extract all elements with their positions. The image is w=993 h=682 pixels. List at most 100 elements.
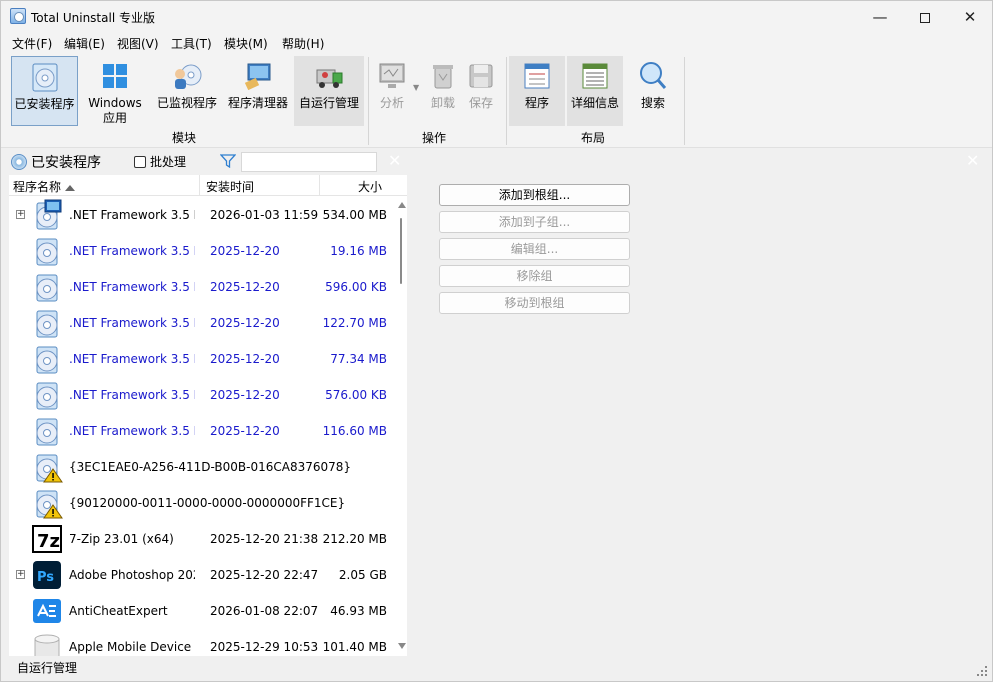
expand-icon[interactable]: + [16, 570, 25, 579]
dropdown-arrow-icon[interactable]: ▼ [413, 83, 419, 92]
move-to-root-group-button[interactable]: 移动到根组 [439, 292, 630, 314]
status-text: 自运行管理 [17, 661, 78, 675]
ribbon-separator [506, 57, 507, 145]
minimize-button[interactable]: — [857, 1, 903, 33]
scroll-down-icon[interactable] [398, 643, 406, 649]
table-row[interactable]: AntiCheatExpert 2026-01-08 22:07 46.93 MB [9, 593, 397, 629]
install-date: 2025-12-20 [210, 316, 280, 330]
install-date: 2026-01-08 22:07 [210, 604, 319, 618]
program-name: .NET Framework 3.5 P... [69, 352, 195, 366]
save-button[interactable]: 保存 [461, 56, 501, 126]
table-row[interactable]: + .NET Framework 3.5 P... 2026-01-03 11:59… [9, 197, 397, 233]
details-layout-icon [582, 63, 608, 89]
save-icon [469, 64, 493, 88]
program-name: .NET Framework 3.5 P... [69, 424, 195, 438]
program-name: {90120000-0011-0000-0000-0000000FF1CE} [69, 496, 346, 510]
install-date: 2026-01-03 11:59 [210, 208, 319, 222]
monitored-programs-button[interactable]: 已监视程序 [152, 56, 222, 126]
autorun-manager-icon [316, 69, 343, 88]
resize-grip-icon[interactable] [976, 665, 988, 677]
add-to-root-group-button[interactable]: 添加到根组... [439, 184, 630, 206]
table-row[interactable]: .NET Framework 3.5 P... 2025-12-20 116.60 … [9, 413, 397, 449]
close-icon[interactable]: ✕ [388, 151, 401, 170]
program-size: 19.16 MB [330, 244, 387, 258]
program-size: 2.05 GB [338, 568, 387, 582]
table-row[interactable]: {3EC1EAE0-A256-411D-B00B-016CA8376078} [9, 449, 397, 485]
menu-modules[interactable]: 模块(M) [224, 35, 268, 52]
program-cleaner-button[interactable]: 程序清理器 [223, 56, 293, 126]
list-header: 程序名称 安装时间 大小 [9, 175, 407, 196]
vertical-scrollbar[interactable] [397, 196, 407, 656]
program-name: 7-Zip 23.01 (x64) [69, 532, 174, 546]
menu-help[interactable]: 帮助(H) [282, 35, 324, 52]
table-row[interactable]: {90120000-0011-0000-0000-0000000FF1CE} [9, 485, 397, 521]
program-name: Apple Mobile Device S... [69, 640, 195, 654]
column-separator[interactable] [319, 175, 320, 196]
menu-tools[interactable]: 工具(T) [171, 35, 212, 52]
table-row[interactable]: .NET Framework 3.5 P... 2025-12-20 576.00 … [9, 377, 397, 413]
program-size: 534.00 MB [322, 208, 387, 222]
install-date: 2025-12-20 [210, 388, 280, 402]
details-layout-button[interactable]: 详细信息 [567, 56, 623, 126]
program-name: Adobe Photoshop 2024 [69, 568, 195, 582]
column-header-name[interactable]: 程序名称 [13, 178, 76, 195]
close-button[interactable]: ✕ [947, 1, 993, 33]
program-size: 46.93 MB [330, 604, 387, 618]
scroll-thumb[interactable] [400, 218, 402, 284]
photoshop-icon: Ps [33, 561, 61, 589]
maximize-button[interactable] [902, 1, 948, 33]
installer-disc-icon [36, 238, 58, 266]
filter-icon[interactable] [220, 154, 236, 168]
installed-programs-icon [11, 154, 27, 170]
installed-programs-button[interactable]: 已安装程序 [11, 56, 78, 126]
add-to-subgroup-button[interactable]: 添加到子组... [439, 211, 630, 233]
batch-checkbox[interactable] [134, 156, 146, 168]
column-header-size[interactable]: 大小 [358, 178, 382, 195]
column-header-date[interactable]: 安装时间 [206, 178, 254, 195]
installer-warning-icon [36, 454, 63, 483]
program-layout-button[interactable]: 程序 [509, 56, 565, 126]
uninstall-button[interactable]: 卸载 [423, 56, 463, 126]
ribbon-label: 程序 [524, 96, 549, 110]
program-cleaner-icon [244, 63, 271, 91]
search-input[interactable] [241, 152, 377, 172]
windows-apps-icon [103, 64, 127, 88]
installed-programs-icon [32, 63, 57, 92]
ribbon-label: 保存 [468, 96, 493, 110]
table-row[interactable]: .NET Framework 3.5 P... 2025-12-20 596.00 … [9, 269, 397, 305]
analyze-button[interactable]: 分析 [371, 56, 413, 126]
status-bar: 自运行管理 [1, 657, 992, 681]
edit-group-button[interactable]: 编辑组... [439, 238, 630, 260]
install-date: 2025-12-20 22:47 [210, 568, 319, 582]
menu-view[interactable]: 视图(V) [117, 35, 159, 52]
ribbon: 已安装程序 Windows 应用 已监视程序 程序清理器 自运行管理 分析 ▼ 卸… [1, 53, 992, 148]
program-size: 101.40 MB [322, 640, 387, 654]
table-row[interactable]: + Ps Adobe Photoshop 2024 2025-12-20 22:47 2… [9, 557, 397, 593]
7zip-icon: 7z [32, 525, 62, 553]
program-size: 77.34 MB [330, 352, 387, 366]
svg-text:Ps: Ps [37, 570, 54, 585]
ribbon-label: 已安装程序 [14, 97, 75, 111]
close-icon[interactable]: ✕ [966, 151, 979, 170]
scroll-up-icon[interactable] [398, 202, 406, 208]
anticheat-expert-icon [33, 599, 61, 623]
autorun-manager-button[interactable]: 自运行管理 [294, 56, 364, 126]
column-separator[interactable] [199, 175, 200, 196]
table-row[interactable]: Apple Mobile Device S... 2025-12-29 10:53… [9, 629, 397, 656]
ribbon-label: 应用 [102, 111, 127, 125]
menu-file[interactable]: 文件(F) [12, 35, 52, 52]
table-row[interactable]: .NET Framework 3.5 P... 2025-12-20 19.16 M… [9, 233, 397, 269]
expand-icon[interactable]: + [16, 210, 25, 219]
table-row[interactable]: .NET Framework 3.5 P... 2025-12-20 77.34 M… [9, 341, 397, 377]
group-label-layout: 布局 [581, 131, 606, 145]
table-row[interactable]: .NET Framework 3.5 P... 2025-12-20 122.70 … [9, 305, 397, 341]
program-list[interactable]: 程序名称 安装时间 大小 + .NET Framework 3.5 P... 202… [9, 175, 407, 656]
search-button[interactable]: 搜索 [629, 56, 677, 126]
batch-label[interactable]: 批处理 [150, 153, 186, 170]
table-row[interactable]: 7z 7-Zip 23.01 (x64) 2025-12-20 21:38 212.2… [9, 521, 397, 557]
program-name: .NET Framework 3.5 P... [69, 244, 195, 258]
windows-apps-button[interactable]: Windows 应用 [82, 56, 148, 126]
program-name: .NET Framework 3.5 P... [69, 316, 195, 330]
menu-edit[interactable]: 编辑(E) [64, 35, 105, 52]
remove-group-button[interactable]: 移除组 [439, 265, 630, 287]
